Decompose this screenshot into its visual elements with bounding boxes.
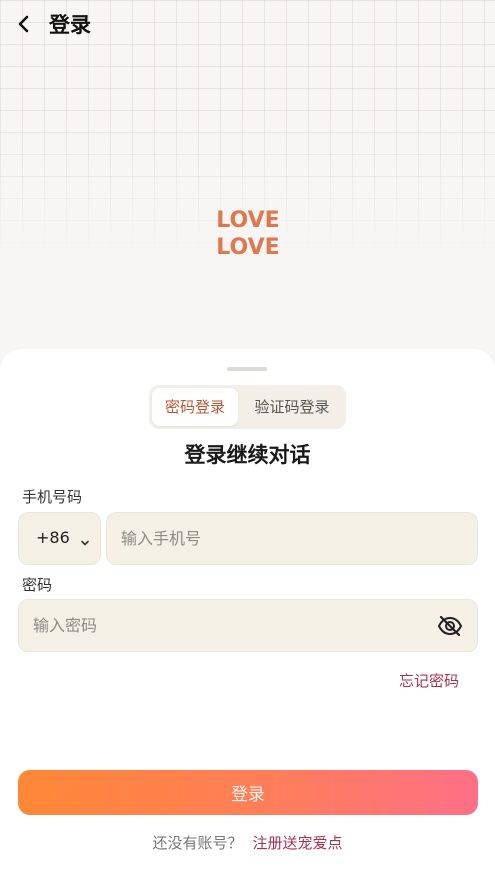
page-title: 登录 — [49, 13, 91, 37]
sheet-handle[interactable] — [227, 367, 267, 371]
logo-line-1: LOVE — [216, 208, 279, 233]
chevron-left-icon[interactable] — [14, 12, 36, 36]
country-code-value: +86 — [36, 528, 70, 547]
password-field — [18, 599, 478, 652]
phone-label: 手机号码 — [22, 488, 83, 506]
country-code-select[interactable]: +86 — [18, 512, 101, 565]
login-sheet: 密码登录 验证码登录 登录继续对话 手机号码 +86 密码 忘记密码 登录 还没… — [0, 349, 495, 880]
chevron-down-icon — [80, 533, 90, 546]
form-heading: 登录继续对话 — [184, 443, 311, 467]
register-prompt: 还没有账号？ 注册送宠爱点 — [0, 832, 495, 853]
no-account-text: 还没有账号？ — [152, 834, 243, 852]
tab-password-login[interactable]: 密码登录 — [152, 388, 238, 426]
phone-input[interactable] — [107, 513, 477, 564]
forgot-password-link[interactable]: 忘记密码 — [399, 670, 459, 691]
logo-line-2: LOVE — [216, 235, 279, 260]
phone-field — [106, 512, 478, 565]
password-label: 密码 — [22, 576, 53, 594]
password-input[interactable] — [19, 600, 477, 651]
love-logo: LOVE LOVE — [208, 200, 288, 260]
nav-bar: 登录 — [0, 0, 495, 48]
login-mode-tabs: 密码登录 验证码登录 — [149, 385, 346, 429]
register-link[interactable]: 注册送宠爱点 — [253, 834, 343, 852]
tab-code-login[interactable]: 验证码登录 — [241, 388, 343, 426]
eye-off-icon[interactable] — [437, 614, 463, 638]
login-button[interactable]: 登录 — [18, 770, 478, 815]
